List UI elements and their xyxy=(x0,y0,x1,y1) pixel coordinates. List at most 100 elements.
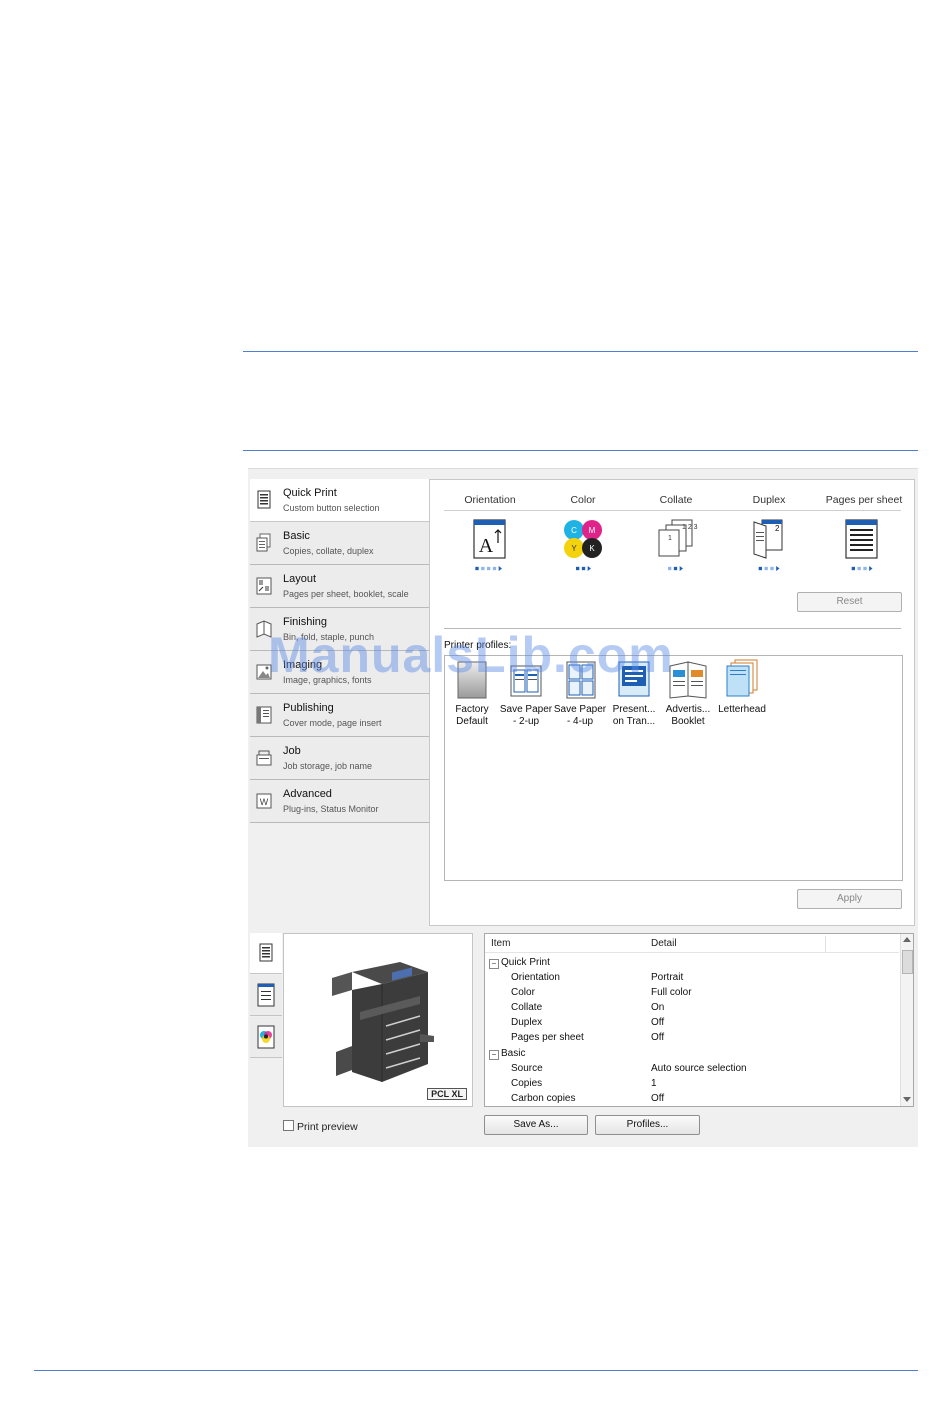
letterhead-icon xyxy=(726,659,758,697)
settings-summary-list[interactable]: Item Detail − Quick Print Orientation Por… xyxy=(484,933,914,1107)
pcl-xl-badge: PCL XL xyxy=(427,1088,467,1100)
table-row: Pages per sheet Off xyxy=(485,1032,899,1047)
svg-text:K: K xyxy=(589,544,595,553)
sidebar-item-subtitle: Plug-ins, Status Monitor xyxy=(283,804,379,814)
top-rule xyxy=(243,351,918,352)
item-column-header[interactable]: Item xyxy=(491,938,510,949)
preview-tab-printer[interactable] xyxy=(250,933,282,974)
svg-text:1: 1 xyxy=(668,535,672,542)
column-header-orientation: Orientation xyxy=(464,494,516,506)
advanced-icon: W xyxy=(256,793,272,809)
printer-tab-icon xyxy=(259,943,273,962)
profile-label-line2: - 2-up xyxy=(512,716,540,727)
layout-icon xyxy=(256,577,272,595)
table-row: Orientation Portrait xyxy=(485,972,899,987)
publishing-icon xyxy=(256,706,272,724)
group-row-quick-print[interactable]: − Quick Print xyxy=(485,957,899,972)
print-preview-checkbox[interactable]: Print preview xyxy=(283,1120,358,1133)
color-indicator xyxy=(576,566,591,571)
page-tab-icon xyxy=(257,983,275,1007)
column-header-duplex: Duplex xyxy=(752,494,786,506)
table-row: Color Full color xyxy=(485,987,899,1002)
row-detail: On xyxy=(651,1002,665,1013)
sidebar-item-title: Layout xyxy=(283,573,317,585)
column-header-color: Color xyxy=(570,494,596,506)
column-separator xyxy=(825,936,826,952)
sidebar-item-basic[interactable]: Basic Copies, collate, duplex xyxy=(250,522,430,565)
printer-profiles-list[interactable]: Factory Default Save Paper - 2-up Save P… xyxy=(444,655,903,881)
quick-print-panel: Orientation Color Collate Duplex Pages p… xyxy=(429,479,915,926)
printer-preview: PCL XL xyxy=(283,933,473,1107)
sidebar-item-advanced[interactable]: W Advanced Plug-ins, Status Monitor xyxy=(250,780,430,823)
detail-column-header[interactable]: Detail xyxy=(651,938,677,949)
svg-text:C: C xyxy=(571,526,577,535)
row-item: Collate xyxy=(511,1002,543,1013)
svg-text:1 2 3: 1 2 3 xyxy=(682,524,698,531)
sidebar-item-title: Basic xyxy=(283,530,310,542)
scroll-thumb[interactable] xyxy=(902,950,913,974)
printer-image xyxy=(332,962,434,1082)
preview-tab-color[interactable] xyxy=(250,1017,282,1058)
quick-print-icon xyxy=(257,490,271,509)
sidebar-item-layout[interactable]: Layout Pages per sheet, booklet, scale xyxy=(250,565,430,608)
row-item: Carbon copies xyxy=(511,1093,576,1104)
scroll-down-icon[interactable] xyxy=(903,1097,911,1103)
profile-label-line1: Present... xyxy=(612,704,656,715)
checkbox-box[interactable] xyxy=(283,1120,294,1131)
collate-icon[interactable]: 1 2 3 1 xyxy=(654,518,698,560)
job-icon xyxy=(256,750,272,766)
row-item: Duplex xyxy=(511,1017,543,1028)
table-row: Duplex Off xyxy=(485,1017,899,1032)
table-row: Copies 1 xyxy=(485,1078,899,1093)
table-row: Collate On xyxy=(485,1002,899,1017)
apply-button[interactable]: Apply xyxy=(797,889,902,909)
column-header-collate: Collate xyxy=(659,494,693,506)
group-row-basic[interactable]: − Basic xyxy=(485,1048,899,1063)
row-item: Color xyxy=(511,987,535,998)
print-preview-label: Print preview xyxy=(297,1121,358,1133)
sidebar-item-subtitle: Cover mode, page insert xyxy=(283,718,382,728)
sidebar-item-title: Quick Print xyxy=(283,487,337,499)
row-item: Source xyxy=(511,1063,543,1074)
group-label: Basic xyxy=(501,1048,526,1059)
row-detail: Portrait xyxy=(651,972,684,983)
row-detail: 1 xyxy=(651,1078,657,1089)
profile-label-line1: Advertis... xyxy=(665,704,711,715)
duplex-indicator xyxy=(758,566,780,571)
column-header-pages-per-sheet: Pages per sheet xyxy=(825,494,903,506)
watermark: ManualsLib.com xyxy=(268,627,674,683)
vertical-scrollbar[interactable] xyxy=(900,934,913,1106)
duplex-icon[interactable]: 2 xyxy=(750,518,786,560)
row-detail: Off xyxy=(651,1032,665,1043)
basic-icon xyxy=(256,533,271,552)
svg-text:M: M xyxy=(589,526,596,535)
sidebar-item-title: Publishing xyxy=(283,702,334,714)
row-detail: Off xyxy=(651,1017,665,1028)
section-rule xyxy=(243,450,918,451)
svg-text:A: A xyxy=(479,535,494,557)
save-as-button[interactable]: Save As... xyxy=(484,1115,588,1135)
svg-text:Y: Y xyxy=(571,544,577,553)
row-detail: Full color xyxy=(651,987,692,998)
pages-per-sheet-icon[interactable] xyxy=(844,518,880,560)
color-cmyk-icon[interactable]: C M Y K xyxy=(562,518,604,560)
svg-text:W: W xyxy=(260,797,269,807)
sidebar-item-job[interactable]: Job Job storage, job name xyxy=(250,737,430,780)
footer-rule xyxy=(34,1370,918,1371)
scroll-up-icon[interactable] xyxy=(903,936,911,942)
profile-letterhead[interactable]: Letterhead xyxy=(715,658,769,716)
sidebar-item-title: Advanced xyxy=(283,788,332,800)
preview-tab-page[interactable] xyxy=(250,975,282,1016)
row-detail: Auto source selection xyxy=(651,1063,747,1074)
collapse-icon[interactable]: − xyxy=(489,959,499,969)
sidebar-item-quick-print[interactable]: Quick Print Custom button selection xyxy=(250,479,430,522)
row-item: Copies xyxy=(511,1078,543,1089)
profiles-button[interactable]: Profiles... xyxy=(595,1115,700,1135)
reset-button[interactable]: Reset xyxy=(797,592,902,612)
header-divider xyxy=(444,510,901,511)
profile-label-line2: Booklet xyxy=(671,716,705,727)
collapse-icon[interactable]: − xyxy=(489,1050,499,1060)
sidebar-item-publishing[interactable]: Publishing Cover mode, page insert xyxy=(250,694,430,737)
profile-label-line2: - 4-up xyxy=(566,716,594,727)
orientation-portrait-icon[interactable]: A xyxy=(472,518,508,560)
